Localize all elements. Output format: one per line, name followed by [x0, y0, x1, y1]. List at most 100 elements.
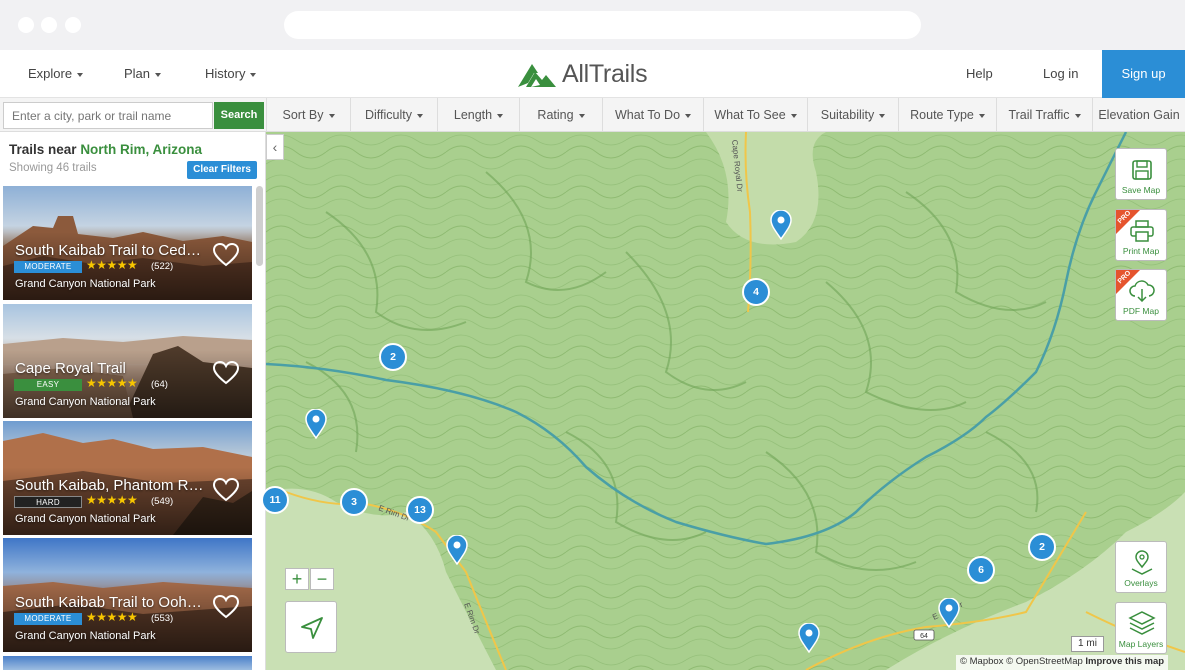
difficulty-badge: HARD [14, 496, 82, 508]
trail-pin-icon[interactable] [798, 623, 820, 653]
chevron-down-icon [978, 113, 985, 118]
park-name: Grand Canyon National Park [15, 396, 156, 408]
nav-explore[interactable]: Explore [28, 50, 84, 98]
nav-help[interactable]: Help [966, 50, 993, 98]
nav-login[interactable]: Log in [1043, 50, 1078, 98]
trail-cluster-marker[interactable]: 6 [967, 556, 995, 584]
filter-label: Difficulty [364, 108, 412, 122]
attribution-text[interactable]: © Mapbox © OpenStreetMap [960, 656, 1083, 667]
trail-name: Cape Royal Trail [15, 360, 126, 377]
sidebar-scrollbar[interactable] [256, 186, 263, 266]
print-map-button[interactable]: PRO Print Map [1115, 209, 1167, 261]
nav-plan[interactable]: Plan [124, 50, 162, 98]
location-link[interactable]: North Rim, Arizona [80, 142, 202, 157]
chevron-down-icon [155, 72, 162, 77]
chevron-down-icon [685, 113, 692, 118]
printer-icon [1130, 220, 1154, 242]
filter-length[interactable]: Length [437, 98, 519, 132]
nav-explore-label: Explore [28, 66, 73, 81]
review-count: (522) [151, 261, 174, 272]
search-input[interactable] [3, 102, 213, 129]
overlays-button[interactable]: Overlays [1115, 541, 1167, 593]
layers-icon [1128, 611, 1156, 635]
mountain-logo-icon [518, 64, 556, 87]
filter-what-to-do[interactable]: What To Do [602, 98, 703, 132]
filter-label: Trail Traffic [1008, 108, 1070, 122]
chevron-down-icon [328, 113, 335, 118]
filter-label: What To Do [614, 108, 681, 122]
improve-map-link[interactable]: Improve this map [1085, 656, 1164, 667]
heart-icon[interactable] [212, 477, 240, 503]
filter-route-type[interactable]: Route Type [898, 98, 996, 132]
map-pin-overlay-icon [1131, 550, 1153, 575]
locate-me-button[interactable] [285, 601, 337, 653]
save-map-button[interactable]: Save Map [1115, 148, 1167, 200]
print-map-label: Print Map [1122, 246, 1160, 256]
trail-count: Showing 46 trails [9, 162, 97, 174]
trail-map[interactable]: 64 Cape Royal Dr E Rim Dr E Rim Dr E Rim… [266, 132, 1185, 670]
zoom-out-button[interactable]: − [310, 568, 334, 590]
filter-label: Route Type [910, 108, 974, 122]
filter-label: Rating [537, 108, 574, 122]
window-maximize-dot[interactable] [65, 17, 81, 33]
trail-pin-icon[interactable] [938, 598, 960, 628]
chevron-down-icon [77, 72, 84, 77]
zoom-in-button[interactable]: + [285, 568, 309, 590]
trail-card[interactable] [3, 656, 252, 670]
trail-cluster-marker[interactable]: 3 [340, 488, 368, 516]
address-bar[interactable] [284, 11, 921, 39]
trail-pin-icon[interactable] [770, 210, 792, 240]
logo-text: AllTrails [562, 59, 648, 88]
floppy-disk-icon [1132, 160, 1152, 180]
trail-pin-icon[interactable] [446, 535, 468, 565]
chevron-down-icon [879, 113, 886, 118]
review-count: (549) [151, 496, 174, 507]
trail-cluster-marker[interactable]: 11 [261, 486, 289, 514]
heart-icon[interactable] [212, 360, 240, 386]
trail-pin-icon[interactable] [305, 409, 327, 439]
map-layers-button[interactable]: Map Layers [1115, 602, 1167, 654]
rating-stars: ★★★★★ [86, 493, 138, 507]
clear-filters-button[interactable]: Clear Filters [187, 161, 257, 179]
search-button[interactable]: Search [214, 102, 264, 129]
map-scale: 1 mi [1071, 636, 1104, 652]
trail-card[interactable]: South Kaibab Trail to Ced… MODERATE ★★★★… [3, 186, 252, 300]
nav-history[interactable]: History [205, 50, 257, 98]
filter-trail-traffic[interactable]: Trail Traffic [996, 98, 1092, 132]
filter-difficulty[interactable]: Difficulty [350, 98, 437, 132]
save-map-label: Save Map [1121, 185, 1161, 195]
trail-cluster-marker[interactable]: 2 [1028, 533, 1056, 561]
window-minimize-dot[interactable] [41, 17, 57, 33]
pdf-map-label: PDF Map [1123, 306, 1159, 316]
filter-rating[interactable]: Rating [519, 98, 602, 132]
trail-name: South Kaibab Trail to Ooh… [15, 594, 202, 611]
chevron-down-icon [578, 113, 585, 118]
filter-what-to-see[interactable]: What To See [703, 98, 807, 132]
trail-cluster-marker[interactable]: 4 [742, 278, 770, 306]
signup-button[interactable]: Sign up [1102, 50, 1185, 98]
trail-cluster-marker[interactable]: 13 [406, 496, 434, 524]
difficulty-badge: MODERATE [14, 261, 82, 273]
filter-label: Sort By [282, 108, 324, 122]
trail-card[interactable]: Cape Royal Trail EASY ★★★★★ (64) Grand C… [3, 304, 252, 418]
window-close-dot[interactable] [18, 17, 34, 33]
heart-icon[interactable] [212, 594, 240, 620]
filter-sort-by[interactable]: Sort By [266, 98, 350, 132]
filter-elevation-gain[interactable]: Elevation Gain [1092, 98, 1185, 132]
trail-card[interactable]: South Kaibab, Phantom R… HARD ★★★★★ (549… [3, 421, 252, 535]
map-attribution: © Mapbox © OpenStreetMap Improve this ma… [956, 655, 1169, 670]
filter-suitability[interactable]: Suitability [807, 98, 898, 132]
alltrails-logo[interactable]: AllTrails [518, 58, 648, 90]
pdf-map-button[interactable]: PRO PDF Map [1115, 269, 1167, 321]
trail-cluster-marker[interactable]: 2 [379, 343, 407, 371]
trail-card[interactable]: South Kaibab Trail to Ooh… MODERATE ★★★★… [3, 538, 252, 652]
nav-history-label: History [205, 66, 246, 81]
park-name: Grand Canyon National Park [15, 630, 156, 642]
park-name: Grand Canyon National Park [15, 278, 156, 290]
rating-stars: ★★★★★ [86, 258, 138, 272]
heart-icon[interactable] [212, 242, 240, 268]
rating-stars: ★★★★★ [86, 376, 138, 390]
overlays-label: Overlays [1124, 578, 1158, 588]
collapse-sidebar-button[interactable]: ‹ [266, 134, 284, 160]
filter-label: Length [453, 108, 493, 122]
